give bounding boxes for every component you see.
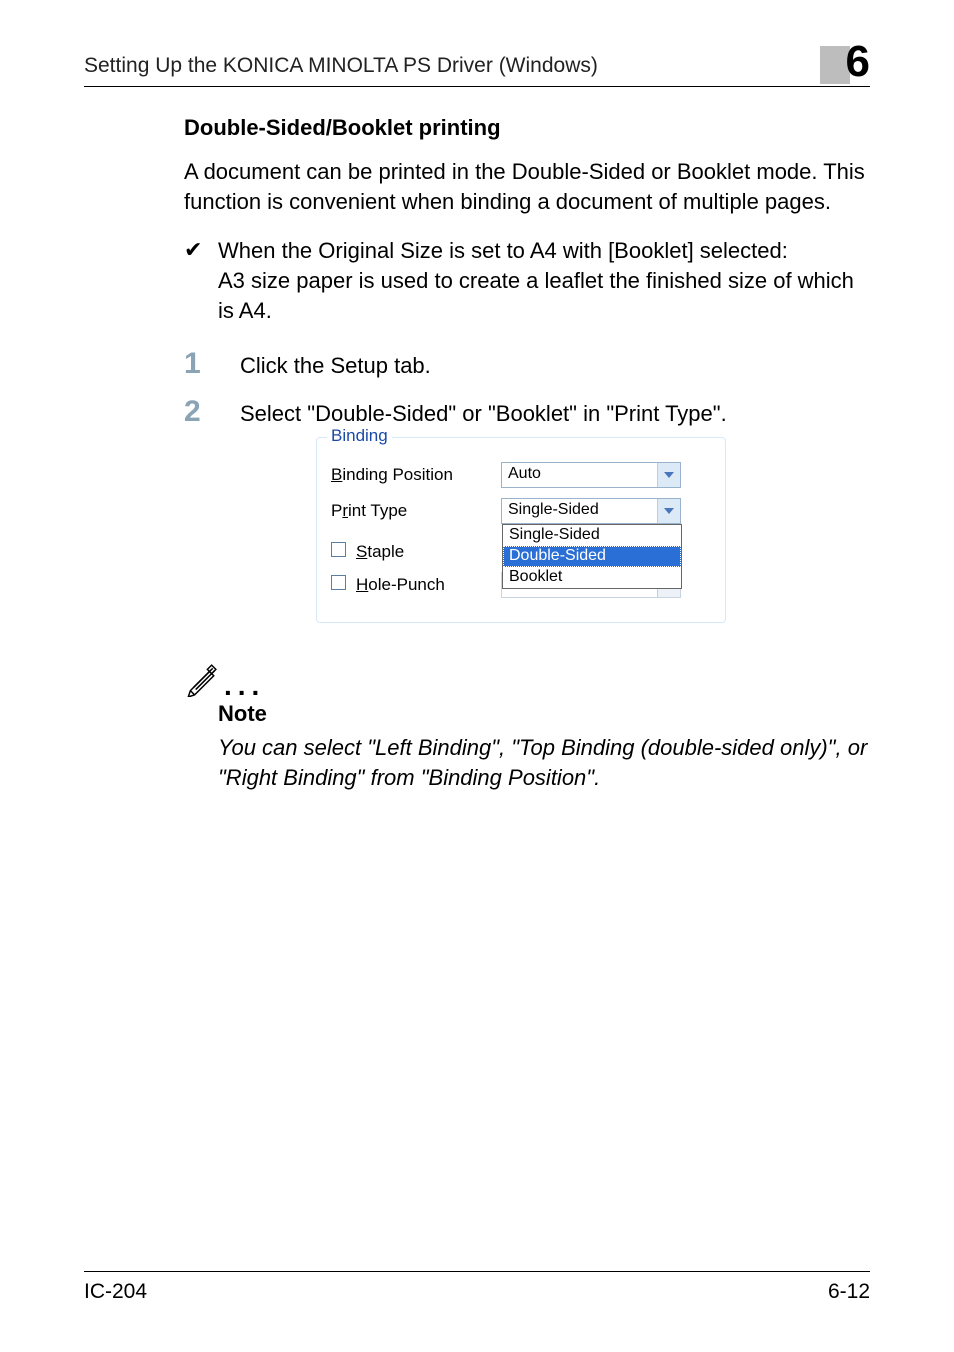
print-type-listbox[interactable]: Single-Sided Double-Sided Booklet xyxy=(502,524,682,589)
binding-position-dropdown-icon[interactable] xyxy=(657,463,680,487)
footer: IC-204 6-12 xyxy=(84,1271,870,1304)
print-type-label-rest: int Type xyxy=(348,501,407,520)
pencil-icon xyxy=(184,663,218,697)
step-1-text: Click the Setup tab. xyxy=(240,353,431,379)
check-icon: ✔ xyxy=(184,236,218,327)
print-type-option-booklet[interactable]: Booklet xyxy=(503,567,681,588)
step-2-text: Select "Double-Sided" or "Booklet" in "P… xyxy=(240,401,727,427)
staple-checkbox[interactable] xyxy=(331,542,346,557)
intro-paragraph: A document can be printed in the Double-… xyxy=(184,157,870,218)
check-line-2: A3 size paper is used to create a leafle… xyxy=(218,268,854,323)
check-line-1: When the Original Size is set to A4 with… xyxy=(218,238,788,263)
page: Setting Up the KONICA MINOLTA PS Driver … xyxy=(0,0,954,1352)
hole-punch-label-rest: ole-Punch xyxy=(368,575,445,594)
print-type-label: Print Type xyxy=(331,501,501,521)
footer-left: IC-204 xyxy=(84,1280,147,1304)
step-2: 2 Select "Double-Sided" or "Booklet" in … xyxy=(240,397,870,427)
note-title: Note xyxy=(218,701,870,727)
hole-punch-label-underline: H xyxy=(356,575,368,594)
binding-position-label-underline: B xyxy=(331,465,342,484)
binding-position-label: Binding Position xyxy=(331,465,501,485)
note-block: ... Note You can select "Left Binding", … xyxy=(184,663,870,794)
footer-right: 6-12 xyxy=(828,1280,870,1304)
staple-label-rest: taple xyxy=(367,542,404,561)
print-type-option-double[interactable]: Double-Sided xyxy=(503,546,681,567)
section-heading: Double-Sided/Booklet printing xyxy=(184,115,870,141)
staple-label-wrap: Staple xyxy=(331,542,501,562)
binding-legend: Binding xyxy=(327,426,392,446)
note-text: You can select "Left Binding", "Top Bind… xyxy=(218,733,870,794)
binding-position-value: Auto xyxy=(502,463,657,487)
print-type-value: Single-Sided xyxy=(502,499,657,523)
note-icon-row: ... xyxy=(184,663,870,697)
running-title: Setting Up the KONICA MINOLTA PS Driver … xyxy=(84,54,598,84)
chapter-badge: 6 xyxy=(820,40,870,84)
chapter-number: 6 xyxy=(846,40,870,84)
binding-position-label-rest: inding Position xyxy=(342,465,453,484)
note-dots: ... xyxy=(224,678,265,697)
print-type-dropdown-icon[interactable] xyxy=(657,499,680,523)
binding-position-row: Binding Position Auto xyxy=(331,462,711,488)
print-type-option-single[interactable]: Single-Sided xyxy=(503,525,681,546)
print-type-combo[interactable]: Single-Sided xyxy=(501,498,681,524)
check-text: When the Original Size is set to A4 with… xyxy=(218,236,870,327)
step-1: 1 Click the Setup tab. xyxy=(240,349,870,379)
staple-label-underline: S xyxy=(356,542,367,561)
binding-position-combo[interactable]: Auto xyxy=(501,462,681,488)
hole-punch-label-wrap: Hole-Punch xyxy=(331,575,501,595)
ui-screenshot: Binding Binding Position Auto xyxy=(316,437,726,623)
print-type-row: Print Type Single-Sided xyxy=(331,498,711,524)
hole-punch-checkbox[interactable] xyxy=(331,575,346,590)
steps-list: 1 Click the Setup tab. 2 Select "Double-… xyxy=(240,349,870,623)
binding-fieldset: Binding Binding Position Auto xyxy=(316,437,726,623)
content-area: Double-Sided/Booklet printing A document… xyxy=(184,115,870,794)
step-2-number: 2 xyxy=(184,397,240,427)
check-item: ✔ When the Original Size is set to A4 wi… xyxy=(184,236,870,327)
step-1-number: 1 xyxy=(184,349,240,379)
print-type-label-p: P xyxy=(331,501,342,520)
running-header: Setting Up the KONICA MINOLTA PS Driver … xyxy=(84,40,870,87)
